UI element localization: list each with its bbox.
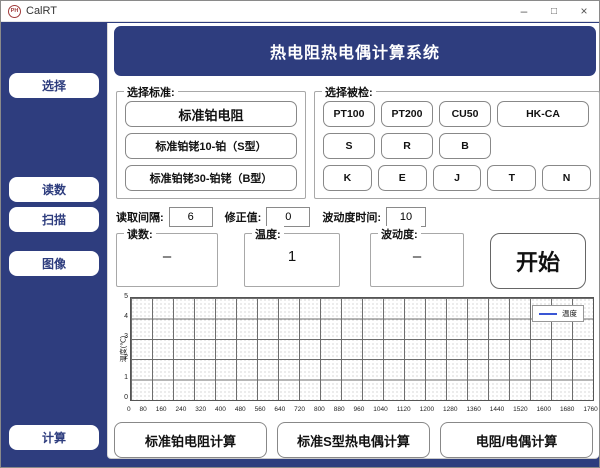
bottom-button-row: 标准铂电阻计算 标准S型热电偶计算 电阻/电偶计算: [114, 422, 593, 458]
subject-pt100-button[interactable]: PT100: [323, 101, 375, 127]
fluctuation-value: –: [412, 248, 422, 265]
temperature-label: 温度:: [252, 226, 284, 242]
reading-box: 读数: –: [116, 226, 218, 287]
subject-row-1: PT100 PT200 CU50 HK-CA: [323, 101, 591, 127]
fluctuation-label: 波动度:: [378, 226, 421, 242]
standard-s-type-button[interactable]: 标准铂铑10-铂（S型）: [125, 133, 297, 159]
subject-t-button[interactable]: T: [487, 165, 537, 191]
subject-pt200-button[interactable]: PT200: [381, 101, 433, 127]
sidebar-item-reading[interactable]: 读数: [9, 177, 99, 202]
reading-label: 读数:: [124, 226, 156, 242]
window-title: CalRT: [26, 5, 57, 17]
chart-plot-area: 温度: [130, 297, 594, 401]
start-button[interactable]: 开始: [490, 233, 586, 289]
content-area: 选择 读数 扫描 图像 计算 热电阻热电偶计算系统 选择标准: 标准铂电阻 标准…: [1, 23, 600, 467]
app-logo-icon: PH: [8, 4, 21, 18]
standard-group: 选择标准: 标准铂电阻 标准铂铑10-铂（S型） 标准铂铑30-铂铑（B型）: [116, 84, 306, 199]
subject-group: 选择被检: PT100 PT200 CU50 HK-CA S R B K E J…: [314, 84, 600, 199]
subject-cu50-button[interactable]: CU50: [439, 101, 491, 127]
subject-k-button[interactable]: K: [323, 165, 372, 191]
page-title: 热电阻热电偶计算系统: [114, 26, 596, 76]
standard-pt-resistance-button[interactable]: 标准铂电阻: [125, 101, 297, 127]
subject-row-2: S R B: [323, 133, 591, 159]
titlebar: PH CalRT – □ ×: [1, 1, 599, 22]
fluctuation-time-input[interactable]: [386, 207, 427, 227]
sidebar-item-image[interactable]: 图像: [9, 251, 99, 276]
correction-input[interactable]: [266, 207, 311, 227]
maximize-button[interactable]: □: [539, 1, 569, 22]
close-button[interactable]: ×: [569, 1, 599, 22]
chart-y-ticks: 543210: [124, 293, 128, 401]
reading-value: –: [162, 248, 172, 265]
sidebar-item-scan[interactable]: 扫描: [9, 207, 99, 232]
standard-group-label: 选择标准:: [124, 84, 178, 100]
fluctuation-box: 波动度: –: [370, 226, 464, 287]
temperature-box: 温度: 1: [244, 226, 340, 287]
subject-hkca-button[interactable]: HK-CA: [497, 101, 589, 127]
sidebar-item-select[interactable]: 选择: [9, 73, 99, 98]
calc-standard-pt-resistance-button[interactable]: 标准铂电阻计算: [114, 422, 267, 458]
app-window: PH CalRT – □ × 选择 读数 扫描 图像 计算 热电阻热电偶计算系统…: [0, 0, 600, 468]
temperature-value: 1: [287, 248, 297, 265]
chart-x-ticks: 0 80 160 240 320 400 480 560 640 720 800 880 960 1040…: [127, 406, 598, 413]
subject-r-button[interactable]: R: [381, 133, 433, 159]
subject-n-button[interactable]: N: [542, 165, 591, 191]
subject-b-button[interactable]: B: [439, 133, 491, 159]
fluctuation-time-label: 波动度时间:: [322, 212, 382, 224]
subject-group-label: 选择被检:: [322, 84, 376, 100]
temperature-chart: 温度(℃) 543210 温度 0 80 160 240 320 400 480 560 640…: [114, 293, 598, 416]
sidebar-item-calc[interactable]: 计算: [9, 425, 99, 450]
standard-b-type-button[interactable]: 标准铂铑30-铂铑（B型）: [125, 165, 297, 191]
subject-s-button[interactable]: S: [323, 133, 375, 159]
subject-j-button[interactable]: J: [432, 165, 482, 191]
correction-label: 修正值:: [224, 212, 262, 224]
legend-line-swatch: [539, 312, 557, 315]
interval-label: 读取间隔:: [116, 212, 164, 224]
calc-resistance-thermocouple-button[interactable]: 电阻/电偶计算: [440, 422, 593, 458]
interval-input[interactable]: [168, 207, 213, 227]
legend-series-label: 温度: [562, 309, 577, 318]
minimize-button[interactable]: –: [509, 1, 539, 22]
chart-legend: 温度: [532, 305, 584, 322]
calc-standard-s-thermocouple-button[interactable]: 标准S型热电偶计算: [277, 422, 430, 458]
parameter-row: 读取间隔: 修正值: 波动度时间:: [116, 206, 427, 228]
subject-e-button[interactable]: E: [377, 165, 427, 191]
subject-row-3: K E J T N: [323, 165, 591, 191]
main-panel: 热电阻热电偶计算系统 选择标准: 标准铂电阻 标准铂铑10-铂（S型） 标准铂铑…: [107, 23, 600, 459]
